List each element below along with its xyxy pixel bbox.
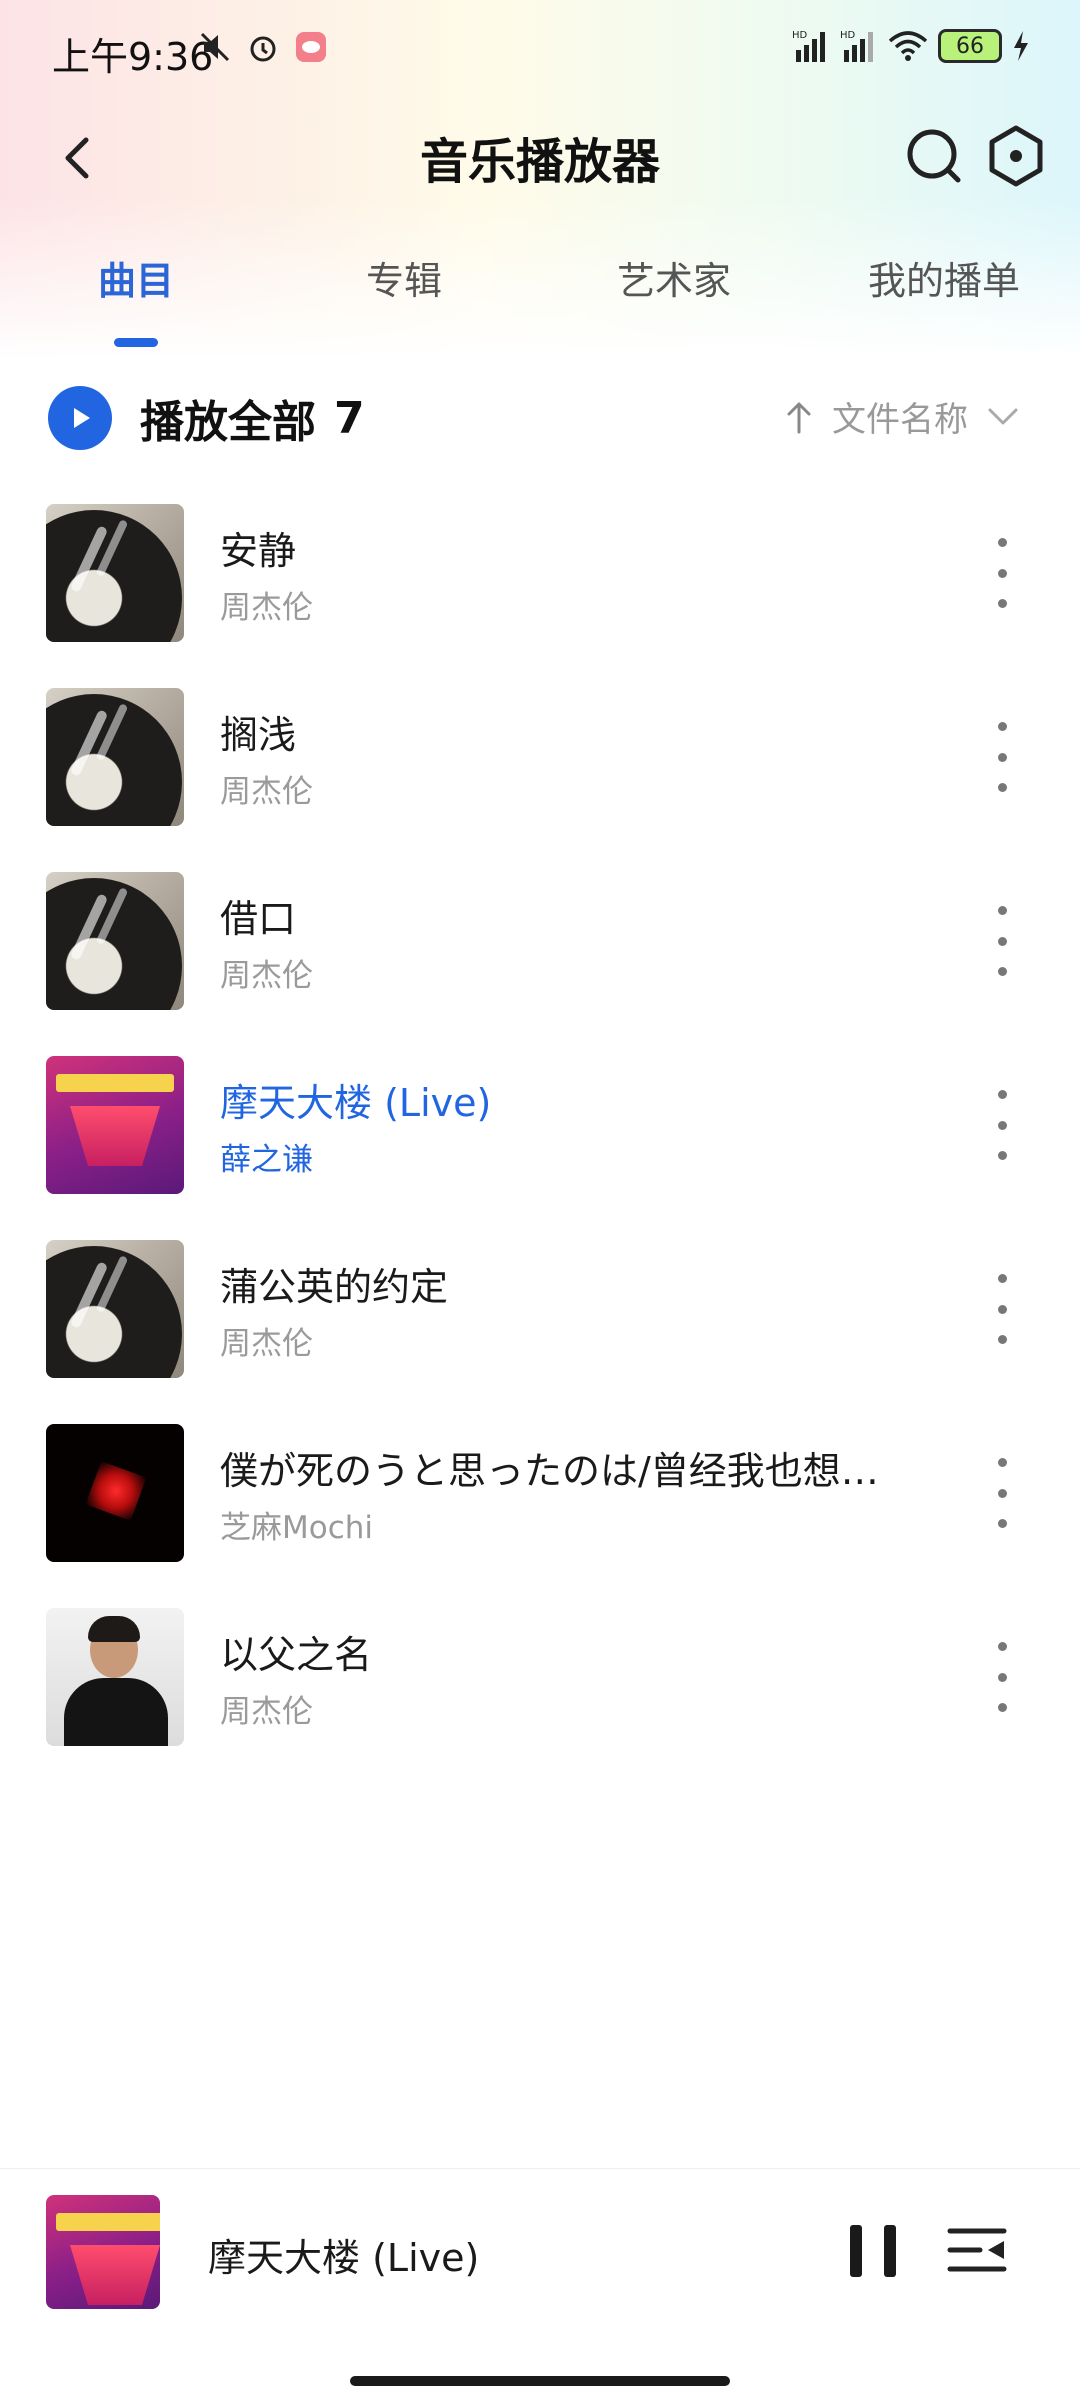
sort-label: 文件名称 — [832, 400, 968, 440]
hd-signal-icon: HD — [792, 30, 825, 62]
song-title: 借口 — [220, 897, 297, 941]
wifi-icon — [888, 31, 928, 61]
now-playing-cover[interactable] — [46, 2195, 160, 2309]
tab-albums[interactable]: 专辑 — [304, 250, 504, 305]
album-cover — [46, 1056, 184, 1194]
tab-tracks[interactable]: 曲目 — [36, 250, 236, 305]
playlist-queue-button[interactable] — [946, 2223, 1008, 2277]
charging-icon — [1014, 31, 1028, 61]
sort-control[interactable]: 文件名称 — [784, 392, 1020, 441]
song-row[interactable]: 蒲公英的约定 周杰伦 — [0, 1236, 1080, 1420]
album-cover — [46, 1240, 184, 1378]
mini-player[interactable]: 摩天大楼 (Live) — [0, 2168, 1080, 2329]
song-title: 安静 — [220, 529, 297, 573]
song-artist: 周杰伦 — [220, 1326, 313, 1362]
song-row[interactable]: 安静 周杰伦 — [0, 500, 1080, 684]
song-row[interactable]: 搁浅 周杰伦 — [0, 684, 1080, 868]
more-options-button[interactable] — [984, 1090, 1020, 1160]
more-options-button[interactable] — [984, 906, 1020, 976]
search-icon — [907, 129, 961, 183]
hd-signal-icon: HD — [840, 30, 873, 62]
svg-text:HD: HD — [792, 30, 808, 41]
song-artist: 周杰伦 — [220, 590, 313, 626]
alarm-icon — [250, 36, 276, 62]
now-playing-title: 摩天大楼 (Live) — [208, 2236, 480, 2280]
status-time: 上午9:36 — [52, 35, 214, 79]
back-button[interactable] — [48, 128, 108, 188]
song-artist: 薛之谦 — [220, 1142, 313, 1178]
battery-level: 66 — [956, 33, 984, 59]
album-cover — [46, 688, 184, 826]
song-row[interactable]: 僕が死のうと思ったのは/曾经我也想… 芝麻Mochi — [0, 1420, 1080, 1604]
song-row[interactable]: 以父之名 周杰伦 — [0, 1604, 1080, 1788]
chevron-down-icon — [988, 408, 1018, 424]
song-title: 蒲公英的约定 — [220, 1265, 449, 1309]
track-count: 7 — [334, 392, 365, 444]
song-artist: 周杰伦 — [220, 958, 313, 994]
album-cover — [46, 872, 184, 1010]
more-options-button[interactable] — [984, 722, 1020, 792]
app-header: 音乐播放器 — [0, 100, 1080, 210]
album-cover — [46, 1608, 184, 1746]
song-artist: 周杰伦 — [220, 1694, 313, 1730]
song-title: 僕が死のうと思ったのは/曾经我也想… — [220, 1449, 879, 1493]
chevron-left-icon — [65, 137, 89, 179]
tab-my-playlists[interactable]: 我的播单 — [844, 250, 1044, 305]
svg-text:HD: HD — [840, 30, 856, 41]
song-artist: 周杰伦 — [220, 774, 313, 810]
pause-button[interactable] — [850, 2225, 896, 2277]
category-tabs: 曲目 专辑 艺术家 我的播单 — [0, 250, 1080, 350]
song-row-now-playing[interactable]: 摩天大楼 (Live) 薛之谦 — [0, 1052, 1080, 1236]
album-cover — [46, 504, 184, 642]
more-options-button[interactable] — [984, 1642, 1020, 1712]
song-title: 摩天大楼 (Live) — [220, 1081, 492, 1125]
play-all-button[interactable]: 播放全部 7 — [48, 378, 365, 458]
tab-artists[interactable]: 艺术家 — [574, 250, 774, 305]
album-cover — [46, 1424, 184, 1562]
app-notification-icon — [296, 32, 326, 62]
more-options-button[interactable] — [984, 1458, 1020, 1528]
play-circle-icon — [48, 386, 112, 450]
more-options-button[interactable] — [984, 1274, 1020, 1344]
battery-icon: 66 — [938, 29, 1002, 63]
arrow-up-icon — [787, 402, 811, 433]
tab-active-indicator — [114, 338, 158, 347]
song-title: 以父之名 — [220, 1633, 373, 1677]
song-title: 搁浅 — [220, 713, 297, 757]
mute-icon — [200, 32, 230, 62]
song-row[interactable]: 借口 周杰伦 — [0, 868, 1080, 1052]
queue-icon — [947, 2228, 1007, 2272]
search-button[interactable] — [900, 122, 968, 190]
status-bar: 上午9:36 HD HD 66 — [0, 0, 1080, 100]
settings-button[interactable] — [982, 122, 1050, 190]
home-indicator[interactable] — [350, 2376, 730, 2386]
status-left-icons — [198, 30, 328, 64]
song-artist: 芝麻Mochi — [220, 1510, 374, 1546]
play-all-label: 播放全部 — [140, 397, 316, 448]
more-options-button[interactable] — [984, 538, 1020, 608]
gear-icon — [989, 125, 1043, 187]
status-right-icons: HD HD 66 — [792, 28, 1030, 64]
